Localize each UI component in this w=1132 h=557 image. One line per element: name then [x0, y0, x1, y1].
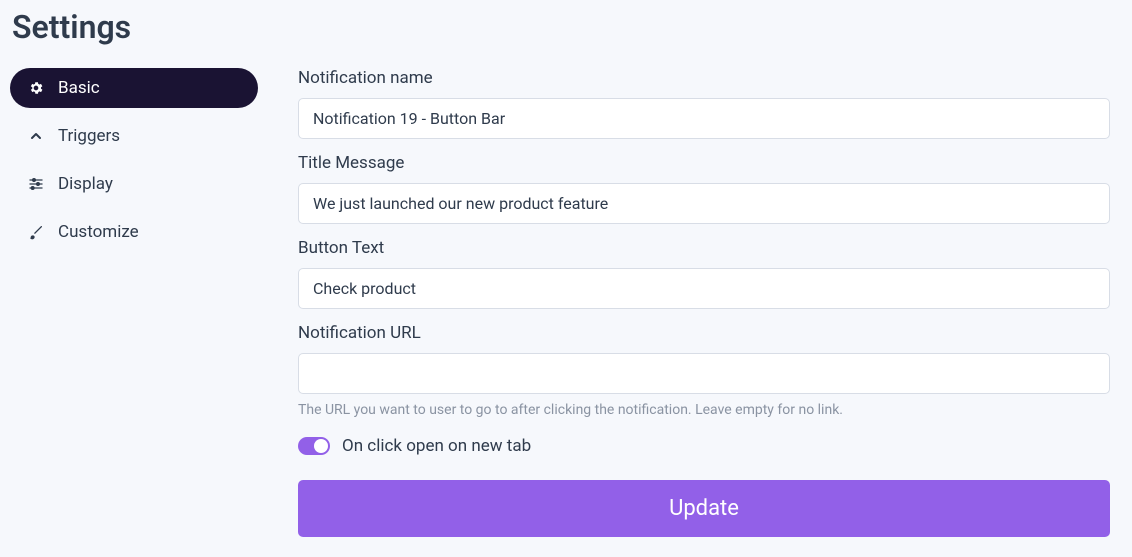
- sidebar-item-label: Display: [58, 174, 113, 194]
- brush-icon: [28, 224, 44, 240]
- sidebar-item-label: Triggers: [58, 126, 120, 146]
- page-title: Settings: [12, 8, 1122, 46]
- field-help-text: The URL you want to user to go to after …: [298, 402, 1110, 418]
- button-text-input[interactable]: [298, 268, 1110, 309]
- sidebar-item-label: Customize: [58, 222, 139, 242]
- field-notification-name: Notification name: [298, 68, 1110, 139]
- field-label: Title Message: [298, 153, 1110, 173]
- notification-url-input[interactable]: [298, 353, 1110, 394]
- sliders-icon: [28, 176, 44, 192]
- settings-layout: Basic Triggers Display Customize Notific…: [10, 68, 1122, 537]
- sidebar-item-label: Basic: [58, 78, 100, 98]
- sidebar-item-customize[interactable]: Customize: [10, 212, 258, 252]
- notification-name-input[interactable]: [298, 98, 1110, 139]
- new-tab-toggle-row: On click open on new tab: [298, 436, 1110, 456]
- sidebar-item-display[interactable]: Display: [10, 164, 258, 204]
- sidebar-item-triggers[interactable]: Triggers: [10, 116, 258, 156]
- field-title-message: Title Message: [298, 153, 1110, 224]
- new-tab-toggle[interactable]: [298, 437, 330, 455]
- field-label: Button Text: [298, 238, 1110, 258]
- update-button[interactable]: Update: [298, 480, 1110, 537]
- field-button-text: Button Text: [298, 238, 1110, 309]
- field-notification-url: Notification URL The URL you want to use…: [298, 323, 1110, 418]
- sidebar-item-basic[interactable]: Basic: [10, 68, 258, 108]
- settings-form: Notification name Title Message Button T…: [298, 68, 1122, 537]
- settings-sidebar: Basic Triggers Display Customize: [10, 68, 258, 537]
- title-message-input[interactable]: [298, 183, 1110, 224]
- toggle-label: On click open on new tab: [342, 436, 531, 456]
- chevron-up-icon: [28, 128, 44, 144]
- field-label: Notification URL: [298, 323, 1110, 343]
- field-label: Notification name: [298, 68, 1110, 88]
- gear-icon: [28, 80, 44, 96]
